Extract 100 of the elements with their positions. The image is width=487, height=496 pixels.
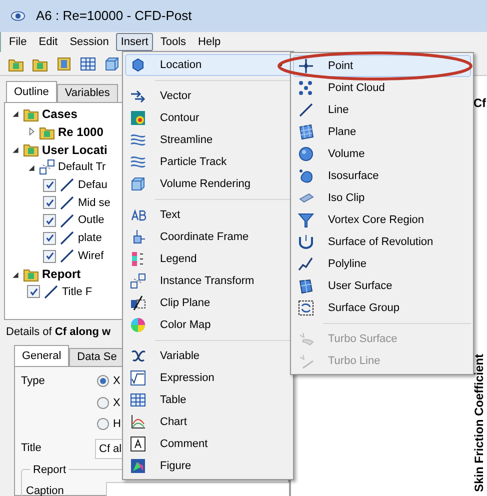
polyline-icon (298, 256, 314, 272)
menu-option[interactable]: User Surface (293, 275, 471, 297)
menu-option[interactable]: Expression (125, 367, 291, 389)
blob-icon (298, 168, 314, 184)
tree-item[interactable]: Mid se (78, 194, 110, 212)
menu-option[interactable]: Vortex Core Region (293, 209, 471, 231)
tree-item[interactable]: Title F (62, 284, 92, 300)
menu-option[interactable]: Surface of Revolution (293, 231, 471, 253)
tree-item-icon (59, 194, 75, 211)
radio-button[interactable] (97, 396, 109, 409)
box-icon (130, 176, 146, 192)
menu-option[interactable]: Table (125, 389, 291, 411)
menu-option[interactable]: Chart (125, 411, 291, 433)
tree-item[interactable]: Report (42, 265, 81, 284)
field-label: Title (21, 441, 42, 456)
radio-button[interactable] (97, 375, 109, 388)
legend-icon (130, 251, 146, 267)
menu-option[interactable]: Isosurface (293, 165, 471, 187)
check-icon (44, 216, 54, 226)
radio-label: X (113, 374, 120, 389)
menu-option[interactable]: Comment (125, 433, 291, 455)
menu-option[interactable]: Surface Group (293, 297, 471, 319)
menu-option[interactable]: Instance Transform (125, 270, 291, 292)
panel-tab[interactable]: Outline (6, 81, 57, 102)
figure-icon (130, 458, 146, 474)
menu-option[interactable]: Polyline (293, 253, 471, 275)
menu-option[interactable]: Iso Clip (293, 187, 471, 209)
collapsed-arrow-icon[interactable] (27, 127, 36, 136)
menu-item[interactable]: Help (193, 33, 226, 51)
checkbox[interactable] (27, 285, 40, 298)
expanded-arrow-icon[interactable] (27, 162, 36, 172)
expanded-arrow-icon[interactable] (11, 270, 20, 279)
report-icon[interactable] (56, 56, 72, 72)
tree-item-icon (59, 212, 75, 229)
panel-tab[interactable]: Data Se (69, 348, 125, 366)
menu-option[interactable]: Volume (293, 143, 471, 165)
clip-icon (130, 295, 146, 311)
mesh-icon (298, 278, 314, 294)
field-label: Type (21, 374, 46, 389)
chart-heading: Cf (473, 95, 487, 112)
tree-item[interactable]: plate (78, 230, 102, 247)
menu-option[interactable]: Coordinate Frame (125, 226, 291, 248)
comment-icon (130, 436, 146, 452)
tree-item[interactable]: Cases (42, 104, 78, 123)
contour-icon (130, 110, 146, 126)
window-title: A6 : Re=10000 - CFD-Post (36, 7, 192, 26)
checkbox[interactable] (43, 196, 56, 210)
tree-item[interactable]: User Locati (42, 140, 108, 158)
checkbox[interactable] (43, 178, 56, 192)
menu-option[interactable]: Figure (125, 455, 291, 477)
colorwheel-icon (130, 317, 146, 333)
tree-item[interactable]: Default Tr (58, 159, 106, 176)
check-icon (44, 180, 54, 190)
menu-item[interactable]: File (4, 33, 32, 51)
menu-option[interactable]: Variable (125, 345, 291, 367)
menu-option[interactable]: Plane (293, 121, 471, 143)
checkbox[interactable] (43, 214, 56, 228)
line-icon (298, 102, 314, 118)
menu-item[interactable]: Session (64, 33, 114, 51)
check-icon (44, 251, 54, 262)
tree-item[interactable]: Re 1000 (58, 122, 104, 141)
menu-option[interactable]: Clip Plane (125, 292, 291, 314)
dots-icon (298, 80, 314, 96)
axis-label: Skin Friction Coefficient (472, 354, 486, 492)
table-icon (130, 392, 146, 408)
menu-item[interactable]: Tools (155, 33, 192, 51)
funnel-icon (298, 212, 314, 228)
expanded-arrow-icon[interactable] (11, 144, 20, 154)
tree-item[interactable]: Defau (78, 176, 108, 194)
panel-tab[interactable]: General (14, 345, 70, 366)
menu-item[interactable]: Insert (116, 33, 154, 51)
tree-item-icon (59, 177, 75, 194)
wave-icon (130, 132, 146, 148)
panel-tab[interactable]: Variables (56, 84, 118, 102)
menu-option[interactable]: Particle Track (125, 151, 291, 173)
box-icon[interactable] (104, 56, 120, 72)
dashed-square-icon (298, 300, 314, 316)
tree-item[interactable]: Outle (78, 212, 104, 229)
tree-item[interactable]: Wiref (78, 248, 104, 265)
check-icon (44, 198, 54, 208)
menu-option[interactable]: Location (125, 54, 291, 76)
letters-icon (130, 207, 146, 223)
sphere-icon (298, 146, 314, 162)
checkbox[interactable] (43, 232, 56, 245)
check-icon (44, 233, 54, 244)
menu-option[interactable]: Line (293, 99, 471, 121)
table-icon[interactable] (80, 56, 96, 72)
radio-label: H (113, 417, 121, 432)
menu-item[interactable]: Edit (34, 33, 63, 51)
checkbox[interactable] (43, 250, 56, 263)
arrows-icon (130, 88, 146, 104)
root-icon (130, 370, 146, 386)
menu-option[interactable]: Streamline (125, 129, 291, 151)
menu-option[interactable]: Contour (125, 107, 291, 129)
radio-button[interactable] (97, 418, 109, 430)
expanded-arrow-icon[interactable] (11, 109, 20, 118)
menu-option[interactable]: Vector (125, 85, 291, 107)
wave-icon (130, 154, 146, 170)
menu-option[interactable]: Text (125, 204, 291, 226)
check-icon (28, 286, 38, 297)
